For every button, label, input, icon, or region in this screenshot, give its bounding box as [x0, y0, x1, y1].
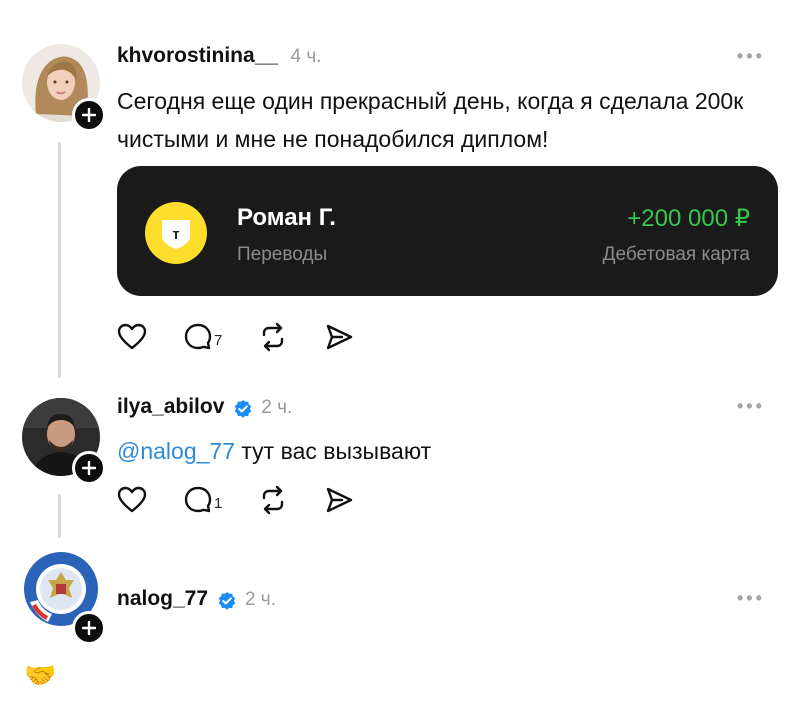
like-button[interactable]: [117, 486, 147, 514]
account-type: Дебетовая карта: [602, 244, 750, 265]
more-options-button[interactable]: •••: [737, 396, 765, 417]
share-button[interactable]: [324, 322, 354, 352]
comment-icon: [184, 323, 212, 350]
reply-count: 7: [214, 331, 223, 349]
more-options-button[interactable]: •••: [737, 46, 765, 67]
heart-icon: [117, 323, 147, 350]
plus-icon: [82, 461, 96, 475]
reply-count: 1: [214, 494, 223, 512]
username[interactable]: nalog_77: [117, 587, 208, 610]
send-icon: [327, 487, 353, 513]
repost-icon: [263, 322, 284, 352]
like-button[interactable]: [117, 323, 147, 351]
post-text: @nalog_77 тут вас вызывают: [117, 432, 431, 470]
timestamp: 4 ч.: [290, 46, 322, 67]
post-actions: 7: [117, 322, 390, 352]
transfer-category: Переводы: [237, 244, 328, 265]
timestamp: 2 ч.: [244, 589, 276, 610]
post-text: Сегодня еще один прекрасный день, когда …: [117, 88, 744, 152]
timestamp: 2 ч.: [261, 397, 293, 418]
username[interactable]: khvorostinina__: [117, 44, 278, 67]
emoji-reaction: 🤝: [24, 660, 57, 690]
reply-button[interactable]: 1: [183, 485, 222, 515]
more-options-button[interactable]: •••: [737, 588, 765, 609]
post-header: ilya_abilov 2 ч.: [117, 395, 292, 419]
verified-badge-icon: [234, 399, 252, 418]
repost-icon: [263, 485, 284, 515]
repost-button[interactable]: [258, 485, 288, 515]
post-text-body: тут вас вызывают: [241, 438, 432, 464]
post-actions: 1: [117, 485, 390, 515]
transfer-amount: +200 000 ₽: [627, 205, 750, 232]
follow-button[interactable]: [72, 98, 106, 132]
follow-button[interactable]: [72, 611, 106, 645]
verified-badge-icon: [218, 591, 235, 610]
follow-button[interactable]: [72, 451, 106, 485]
plus-icon: [82, 108, 96, 122]
share-button[interactable]: [324, 485, 354, 515]
recipient-name: Роман Г.: [237, 204, 336, 231]
comment-icon: [184, 486, 212, 513]
send-icon: [327, 324, 353, 350]
repost-button[interactable]: [258, 322, 288, 352]
thread-line: [58, 494, 61, 538]
heart-icon: [117, 486, 147, 513]
post-header: nalog_77 2 ч.: [117, 587, 276, 611]
bank-logo-letter: т: [172, 226, 179, 243]
post-header: khvorostinina__ 4 ч.: [117, 44, 322, 68]
transfer-card: т Роман Г. Переводы +200 000 ₽ Дебетовая…: [117, 166, 778, 296]
plus-icon: [82, 621, 96, 635]
mention-link[interactable]: @nalog_77: [117, 438, 235, 464]
username[interactable]: ilya_abilov: [117, 395, 224, 418]
reply-button[interactable]: 7: [183, 322, 222, 352]
thread-line: [58, 142, 61, 378]
bank-logo: т: [145, 202, 207, 269]
